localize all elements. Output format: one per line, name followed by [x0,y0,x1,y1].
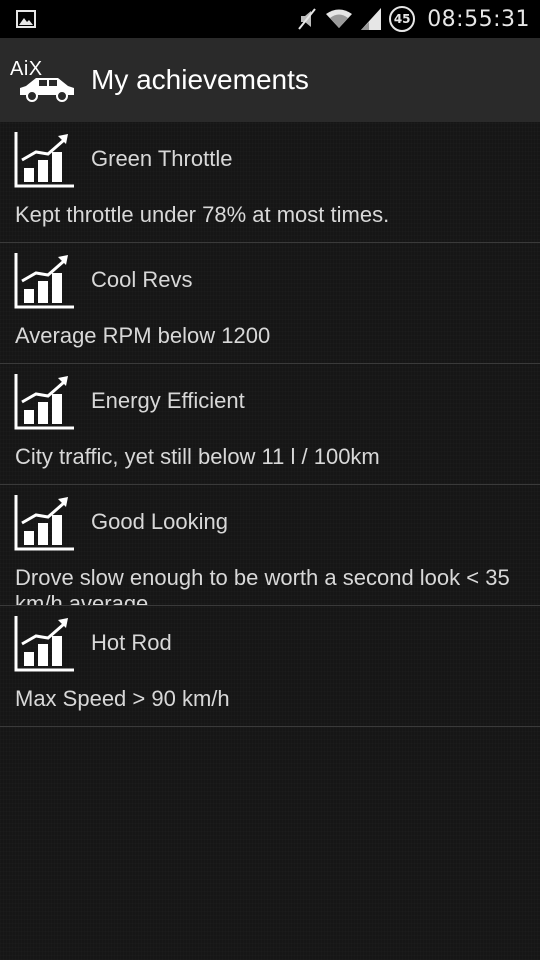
chart-growth-icon [14,132,74,188]
chart-growth-icon [14,495,74,551]
achievement-item[interactable]: Hot Rod Max Speed > 90 km/h [0,606,540,727]
status-bar: 45 08:55:31 [0,0,540,38]
mute-icon [298,8,316,30]
page-title: My achievements [91,64,309,95]
chart-growth-icon [14,253,74,309]
chart-growth-icon [14,616,74,672]
status-time: 08:55:31 [427,6,530,32]
achievement-description: Kept throttle under 78% at most times. [15,202,390,227]
achievement-title: Green Throttle [91,146,233,171]
screen: 45 08:55:31 AiX My achievements Green Th… [0,0,540,960]
achievement-description: City traffic, yet still below 11 l / 100… [15,444,380,469]
battery-level: 45 [393,12,411,26]
achievement-description: Drove slow enough to be worth a second l… [15,565,510,606]
achievement-title: Energy Efficient [91,388,245,413]
achievement-title: Hot Rod [91,630,172,655]
chart-growth-icon [14,374,74,430]
achievement-item[interactable]: Cool Revs Average RPM below 1200 [0,243,540,364]
signal-icon [361,8,382,30]
achievement-description: Max Speed > 90 km/h [15,686,230,711]
car-icon [20,78,74,102]
wifi-icon [326,9,353,28]
achievement-title: Cool Revs [91,267,193,292]
achievement-item[interactable]: Good Looking Drove slow enough to be wor… [0,485,540,606]
achievement-title: Good Looking [91,509,228,534]
status-icons: 45 08:55:31 [297,0,530,38]
achievement-description: Average RPM below 1200 [15,323,271,348]
achievement-list[interactable]: Green Throttle Kept throttle under 78% a… [0,122,540,727]
achievement-item[interactable]: Green Throttle Kept throttle under 78% a… [0,122,540,243]
action-bar: AiX My achievements [0,38,540,122]
battery-icon: 45 [389,6,416,32]
achievement-item[interactable]: Energy Efficient City traffic, yet still… [0,364,540,485]
image-notification-icon [16,10,36,28]
app-logo[interactable]: AiX [6,54,78,104]
